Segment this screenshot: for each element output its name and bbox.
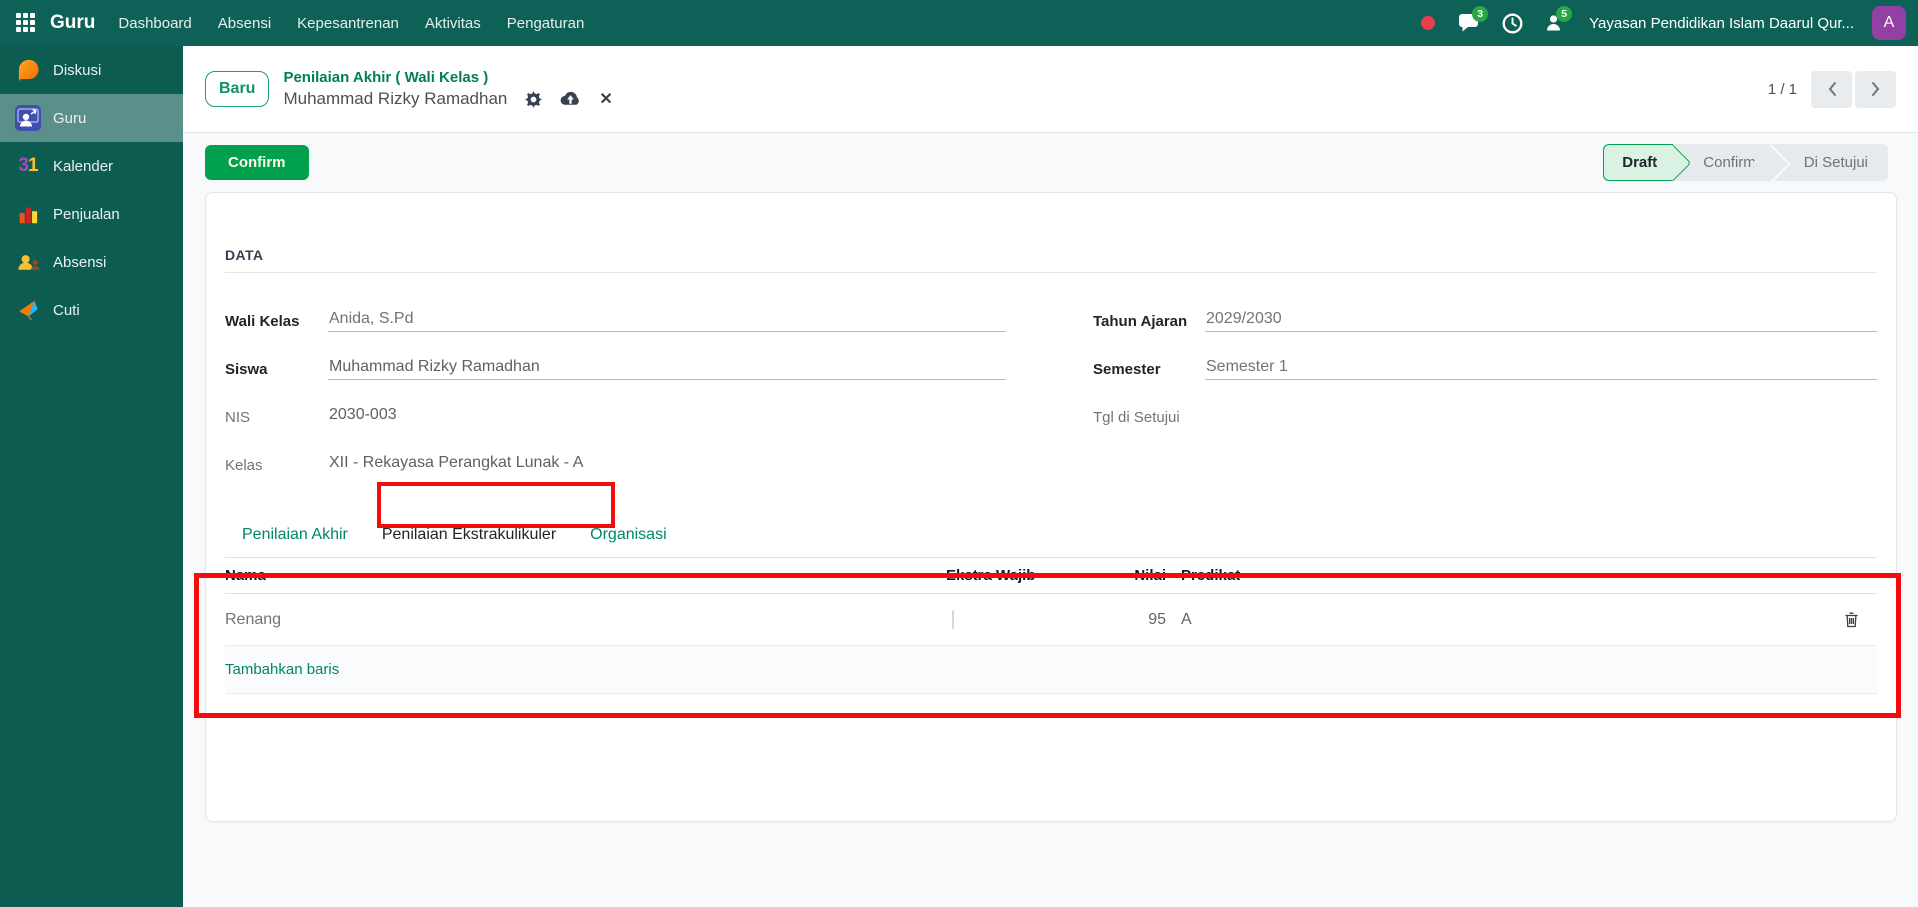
form-sheet: DATA Wali Kelas Anida, S.Pd Siswa Muhamm… — [205, 192, 1897, 822]
confirm-button[interactable]: Confirm — [205, 145, 309, 180]
calendar-31-icon: 31 — [18, 155, 38, 176]
field-label: Semester — [1093, 361, 1161, 378]
top-menu: Dashboard Absensi Kepesantrenan Aktivita… — [105, 0, 597, 46]
status-dot-icon[interactable] — [1413, 8, 1443, 38]
empty-row — [225, 694, 1877, 739]
delete-row-button[interactable] — [1842, 610, 1861, 630]
col-header-ekstra-wajib[interactable]: Ekstra Wajib — [946, 567, 1096, 584]
form-fields: Wali Kelas Anida, S.Pd Siswa Muhammad Ri… — [225, 273, 1877, 485]
sidebar: Diskusi Guru 31 Kalender Penjualan Absen… — [0, 46, 183, 907]
app-window: Guru Dashboard Absensi Kepesantrenan Akt… — [0, 0, 1918, 907]
discard-icon[interactable]: ✕ — [599, 89, 612, 109]
field-label: Tahun Ajaran — [1093, 313, 1188, 330]
menu-pengaturan[interactable]: Pengaturan — [494, 0, 598, 46]
menu-kepesantrenan[interactable]: Kepesantrenan — [284, 0, 412, 46]
field-tahun-ajaran: Tahun Ajaran 2029/2030 — [1093, 293, 1877, 341]
menu-absensi[interactable]: Absensi — [205, 0, 284, 46]
sidebar-item-label: Penjualan — [53, 205, 120, 223]
sidebar-item-penjualan[interactable]: Penjualan — [0, 190, 183, 238]
cell-predikat[interactable]: A — [1166, 611, 1256, 629]
menu-aktivitas[interactable]: Aktivitas — [412, 0, 494, 46]
control-panel: Baru Penilaian Akhir ( Wali Kelas ) Muha… — [183, 46, 1918, 133]
gear-icon[interactable] — [525, 90, 543, 108]
sidebar-item-label: Diskusi — [53, 61, 102, 79]
field-nis: NIS 2030-003 — [225, 389, 1006, 437]
siswa-input[interactable]: Muhammad Rizky Ramadhan — [328, 358, 1006, 380]
clock-icon[interactable] — [1497, 8, 1527, 38]
messages-icon[interactable]: 3 — [1455, 6, 1489, 38]
field-label: Kelas — [225, 457, 263, 474]
nis-value: 2030-003 — [329, 406, 397, 423]
trash-icon — [1845, 612, 1858, 627]
add-row-link[interactable]: Tambahkan baris — [225, 661, 339, 678]
col-header-predikat[interactable]: Predikat — [1166, 567, 1256, 584]
field-tgl-disetujui: Tgl di Setujui — [1093, 389, 1877, 437]
bar-chart-icon — [15, 201, 41, 227]
add-row: Tambahkan baris — [225, 646, 1877, 694]
ekstra-wajib-checkbox[interactable] — [952, 609, 954, 629]
pager-counter: 1 / 1 — [1767, 80, 1797, 98]
pager: 1 / 1 — [1767, 70, 1896, 108]
ekstrakulikuler-table: Nama Ekstra Wajib Nilai Predikat Renang … — [225, 558, 1877, 739]
field-semester: Semester Semester 1 — [1093, 341, 1877, 389]
notebook-tabs: Penilaian Akhir Penilaian Ekstrakulikule… — [225, 516, 1877, 558]
sidebar-item-label: Guru — [53, 109, 87, 127]
cell-nilai[interactable]: 95 — [1096, 611, 1166, 629]
field-label: Tgl di Setujui — [1093, 409, 1180, 426]
statusbar: Draft Confirm Di Setujui — [1603, 144, 1888, 181]
sidebar-item-label: Absensi — [53, 253, 107, 271]
semester-input[interactable]: Semester 1 — [1205, 358, 1877, 380]
company-switcher[interactable]: Yayasan Pendidikan Islam Daarul Qur... — [1589, 15, 1854, 32]
tahun-ajaran-input[interactable]: 2029/2030 — [1205, 310, 1877, 332]
table-row[interactable]: Renang 95 A — [225, 594, 1877, 646]
sidebar-item-label: Cuti — [53, 301, 80, 319]
pager-next-button[interactable] — [1855, 70, 1896, 108]
action-row: Confirm Draft Confirm Di Setujui — [183, 133, 1918, 192]
teacher-board-icon — [15, 105, 41, 131]
section-title: DATA — [225, 247, 1877, 273]
wali-kelas-input[interactable]: Anida, S.Pd — [328, 310, 1006, 332]
field-label: Wali Kelas — [225, 313, 300, 330]
sidebar-item-absensi[interactable]: Absensi — [0, 238, 183, 286]
discuss-bubble-icon — [15, 57, 41, 83]
menu-dashboard[interactable]: Dashboard — [105, 0, 204, 46]
sidebar-item-label: Kalender — [53, 157, 114, 175]
sidebar-item-kalender[interactable]: 31 Kalender — [0, 142, 183, 190]
top-navbar: Guru Dashboard Absensi Kepesantrenan Akt… — [0, 0, 1918, 46]
table-header-row: Nama Ekstra Wajib Nilai Predikat — [225, 558, 1877, 594]
pager-previous-button[interactable] — [1811, 70, 1852, 108]
tab-organisasi[interactable]: Organisasi — [573, 516, 683, 557]
time-off-kite-icon — [15, 297, 41, 323]
page-title: Muhammad Rizky Ramadhan — [283, 89, 508, 109]
sidebar-item-cuti[interactable]: Cuti — [0, 286, 183, 334]
chevron-right-icon — [1871, 82, 1879, 96]
activities-icon[interactable]: 5 — [1539, 6, 1573, 38]
apps-menu-icon[interactable] — [16, 13, 36, 33]
messages-badge: 3 — [1472, 6, 1489, 22]
statusbar-step-draft[interactable]: Draft — [1603, 144, 1674, 181]
col-header-nilai[interactable]: Nilai — [1096, 567, 1166, 584]
main-content: Baru Penilaian Akhir ( Wali Kelas ) Muha… — [183, 46, 1918, 907]
sidebar-item-diskusi[interactable]: Diskusi — [0, 46, 183, 94]
app-name[interactable]: Guru — [50, 12, 95, 34]
field-siswa: Siswa Muhammad Rizky Ramadhan — [225, 341, 1006, 389]
field-wali-kelas: Wali Kelas Anida, S.Pd — [225, 293, 1006, 341]
sidebar-item-guru[interactable]: Guru — [0, 94, 183, 142]
cloud-save-icon[interactable] — [560, 91, 581, 107]
field-label: Siswa — [225, 361, 268, 378]
user-avatar[interactable]: A — [1872, 6, 1906, 40]
kelas-value: XII - Rekayasa Perangkat Lunak - A — [329, 454, 584, 471]
chevron-left-icon — [1828, 82, 1836, 96]
cell-nama[interactable]: Renang — [225, 611, 946, 629]
breadcrumb-parent[interactable]: Penilaian Akhir ( Wali Kelas ) — [283, 68, 612, 88]
activities-badge: 5 — [1556, 6, 1573, 22]
field-kelas: Kelas XII - Rekayasa Perangkat Lunak - A — [225, 437, 1006, 485]
attendance-people-icon — [15, 249, 41, 275]
col-header-nama[interactable]: Nama — [225, 567, 946, 584]
field-label: NIS — [225, 409, 251, 426]
tgl-disetujui-value — [1205, 406, 1877, 428]
tab-penilaian-ekstrakulikuler[interactable]: Penilaian Ekstrakulikuler — [365, 516, 573, 557]
new-record-badge: Baru — [205, 71, 270, 107]
tab-penilaian-akhir[interactable]: Penilaian Akhir — [225, 516, 365, 557]
